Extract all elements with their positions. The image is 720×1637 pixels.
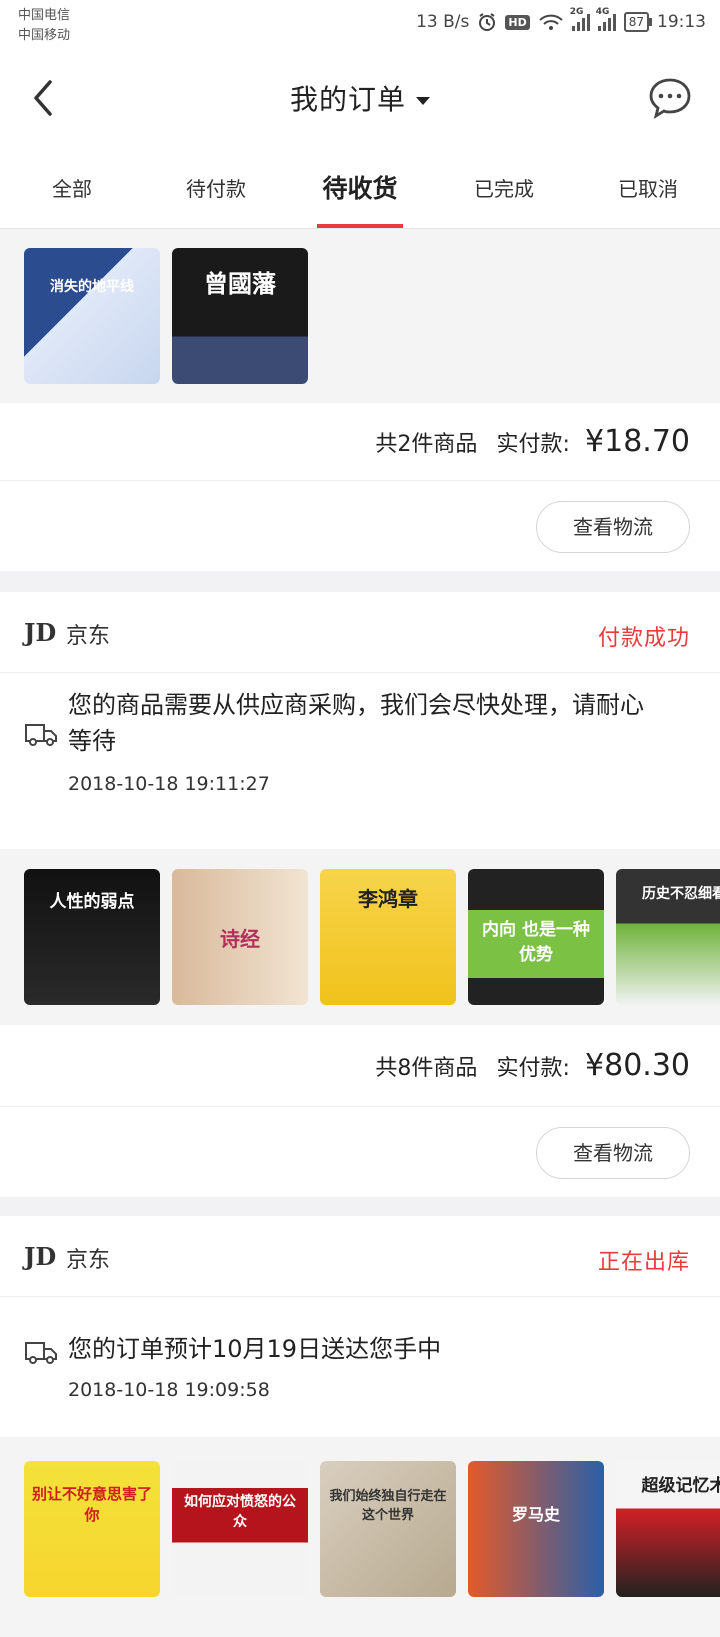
tab-pending-payment[interactable]: 待付款: [144, 146, 288, 228]
view-logistics-button[interactable]: 查看物流: [536, 501, 690, 553]
alarm-icon: [479, 13, 496, 31]
book-title: 内向 也是一种 优势: [482, 920, 590, 965]
carrier-info: 中国电信 中国移动: [18, 6, 70, 46]
tab-all[interactable]: 全部: [0, 146, 144, 228]
product-thumbnail[interactable]: 历史不忍细看: [616, 869, 720, 1005]
view-logistics-button[interactable]: 查看物流: [536, 1127, 690, 1179]
book-title: 我们始终独自行走在这个世界: [329, 1489, 447, 1523]
tracking-message: 您的商品需要从供应商采购，我们会尽快处理，请耐心等待: [68, 691, 644, 755]
book-title: 别让不好意思害了你: [31, 1485, 152, 1524]
order-status: 正在出库: [597, 1250, 690, 1275]
product-thumbnail[interactable]: 人性的弱点: [24, 869, 160, 1005]
battery-icon: 87: [623, 12, 653, 32]
status-bar: 中国电信 中国移动 13 B/s HD 2G 4G 87 19:13: [0, 0, 720, 50]
tracking-info[interactable]: 您的订单预计10月19日送达您手中 2018-10-18 19:09:58: [0, 1297, 720, 1437]
truck-icon: [25, 724, 57, 746]
order-price: ¥80.30: [585, 1048, 690, 1083]
paid-label: 实付款:: [496, 1056, 570, 1081]
system-indicators: 13 B/s HD 2G 4G 87 19:13: [416, 7, 706, 32]
tracking-info[interactable]: 您的商品需要从供应商采购，我们会尽快处理，请耐心等待 2018-10-18 19…: [0, 673, 720, 849]
jd-logo-icon: JD: [24, 1242, 57, 1271]
product-thumbnail[interactable]: 李鸿章: [320, 869, 456, 1005]
signal-4g-icon: 4G: [596, 7, 616, 31]
book-title: 人性的弱点: [49, 892, 135, 912]
book-title: 消失的地平线: [50, 279, 134, 295]
book-title: 曾國藩: [204, 269, 276, 298]
book-title: 罗马史: [511, 1505, 560, 1524]
hd-badge: HD: [505, 14, 530, 30]
shop-name: 京东: [66, 1248, 111, 1273]
book-title: 如何应对愤怒的公众: [184, 1494, 296, 1530]
product-thumbnail[interactable]: 我们始终独自行走在这个世界: [320, 1461, 456, 1597]
item-count: 共8件商品: [375, 1056, 478, 1081]
book-title: 超级记忆术: [641, 1476, 720, 1496]
tracking-message: 您的订单预计10月19日送达您手中: [68, 1335, 442, 1363]
wifi-icon: [539, 14, 563, 30]
product-thumbnail[interactable]: 消失的地平线: [24, 248, 160, 384]
order-summary: 共2件商品 实付款: ¥18.70: [0, 403, 720, 481]
order-tabs: 全部 待付款 待收货 已完成 已取消: [0, 146, 720, 229]
shop-header[interactable]: JD 京东 付款成功: [0, 592, 720, 673]
clock: 19:13: [657, 12, 706, 32]
shop-name: 京东: [66, 624, 111, 649]
product-thumbnail[interactable]: 如何应对愤怒的公众: [172, 1461, 308, 1597]
book-title: 历史不忍细看: [642, 886, 720, 902]
paid-label: 实付款:: [496, 432, 570, 457]
carrier-2: 中国移动: [18, 28, 71, 43]
order-card-2[interactable]: JD 京东 付款成功 您的商品需要从供应商采购，我们会尽快处理，请耐心等待 20…: [0, 592, 720, 1197]
product-images[interactable]: 消失的地平线 曾國藩: [0, 229, 720, 403]
signal-2g-icon: 2G: [570, 7, 590, 31]
jd-logo-icon: JD: [24, 618, 57, 647]
order-actions: 查看物流: [0, 1107, 720, 1197]
order-price: ¥18.70: [585, 424, 690, 459]
product-thumbnail[interactable]: 诗经: [172, 869, 308, 1005]
item-count: 共2件商品: [375, 432, 478, 457]
navigation-bar: 我的订单: [0, 50, 720, 146]
order-card-1[interactable]: 消失的地平线 曾國藩 共2件商品 实付款: ¥18.70 查看物流: [0, 229, 720, 571]
page-title[interactable]: 我的订单: [0, 78, 720, 118]
truck-icon: [25, 1342, 57, 1364]
page-title-text: 我的订单: [289, 83, 406, 116]
network-speed: 13 B/s: [416, 12, 470, 32]
product-thumbnail[interactable]: 曾國藩: [172, 248, 308, 384]
book-title: 诗经: [220, 927, 260, 951]
order-summary: 共8件商品 实付款: ¥80.30: [0, 1025, 720, 1107]
message-icon[interactable]: [648, 76, 692, 120]
order-status: 付款成功: [597, 626, 690, 651]
tracking-time: 2018-10-18 19:09:58: [68, 1379, 270, 1401]
tab-completed[interactable]: 已完成: [432, 146, 576, 228]
shop-header[interactable]: JD 京东 正在出库: [0, 1216, 720, 1297]
product-images[interactable]: 人性的弱点 诗经 李鸿章 内向 也是一种 优势 历史不忍细看: [0, 849, 720, 1025]
tab-cancelled[interactable]: 已取消: [576, 146, 720, 228]
product-thumbnail[interactable]: 别让不好意思害了你: [24, 1461, 160, 1597]
dropdown-caret-icon: [416, 97, 430, 105]
product-thumbnail[interactable]: 内向 也是一种 优势: [468, 869, 604, 1005]
product-thumbnail[interactable]: 罗马史: [468, 1461, 604, 1597]
tab-pending-receipt[interactable]: 待收货: [288, 146, 432, 228]
book-title: 李鸿章: [358, 887, 418, 911]
product-images[interactable]: 别让不好意思害了你 如何应对愤怒的公众 我们始终独自行走在这个世界 罗马史 超级…: [0, 1437, 720, 1637]
product-thumbnail[interactable]: 超级记忆术: [616, 1461, 720, 1597]
order-card-3[interactable]: JD 京东 正在出库 您的订单预计10月19日送达您手中 2018-10-18 …: [0, 1216, 720, 1637]
carrier-1: 中国电信: [18, 8, 71, 23]
order-actions: 查看物流: [0, 481, 720, 571]
tracking-time: 2018-10-18 19:11:27: [68, 773, 270, 795]
